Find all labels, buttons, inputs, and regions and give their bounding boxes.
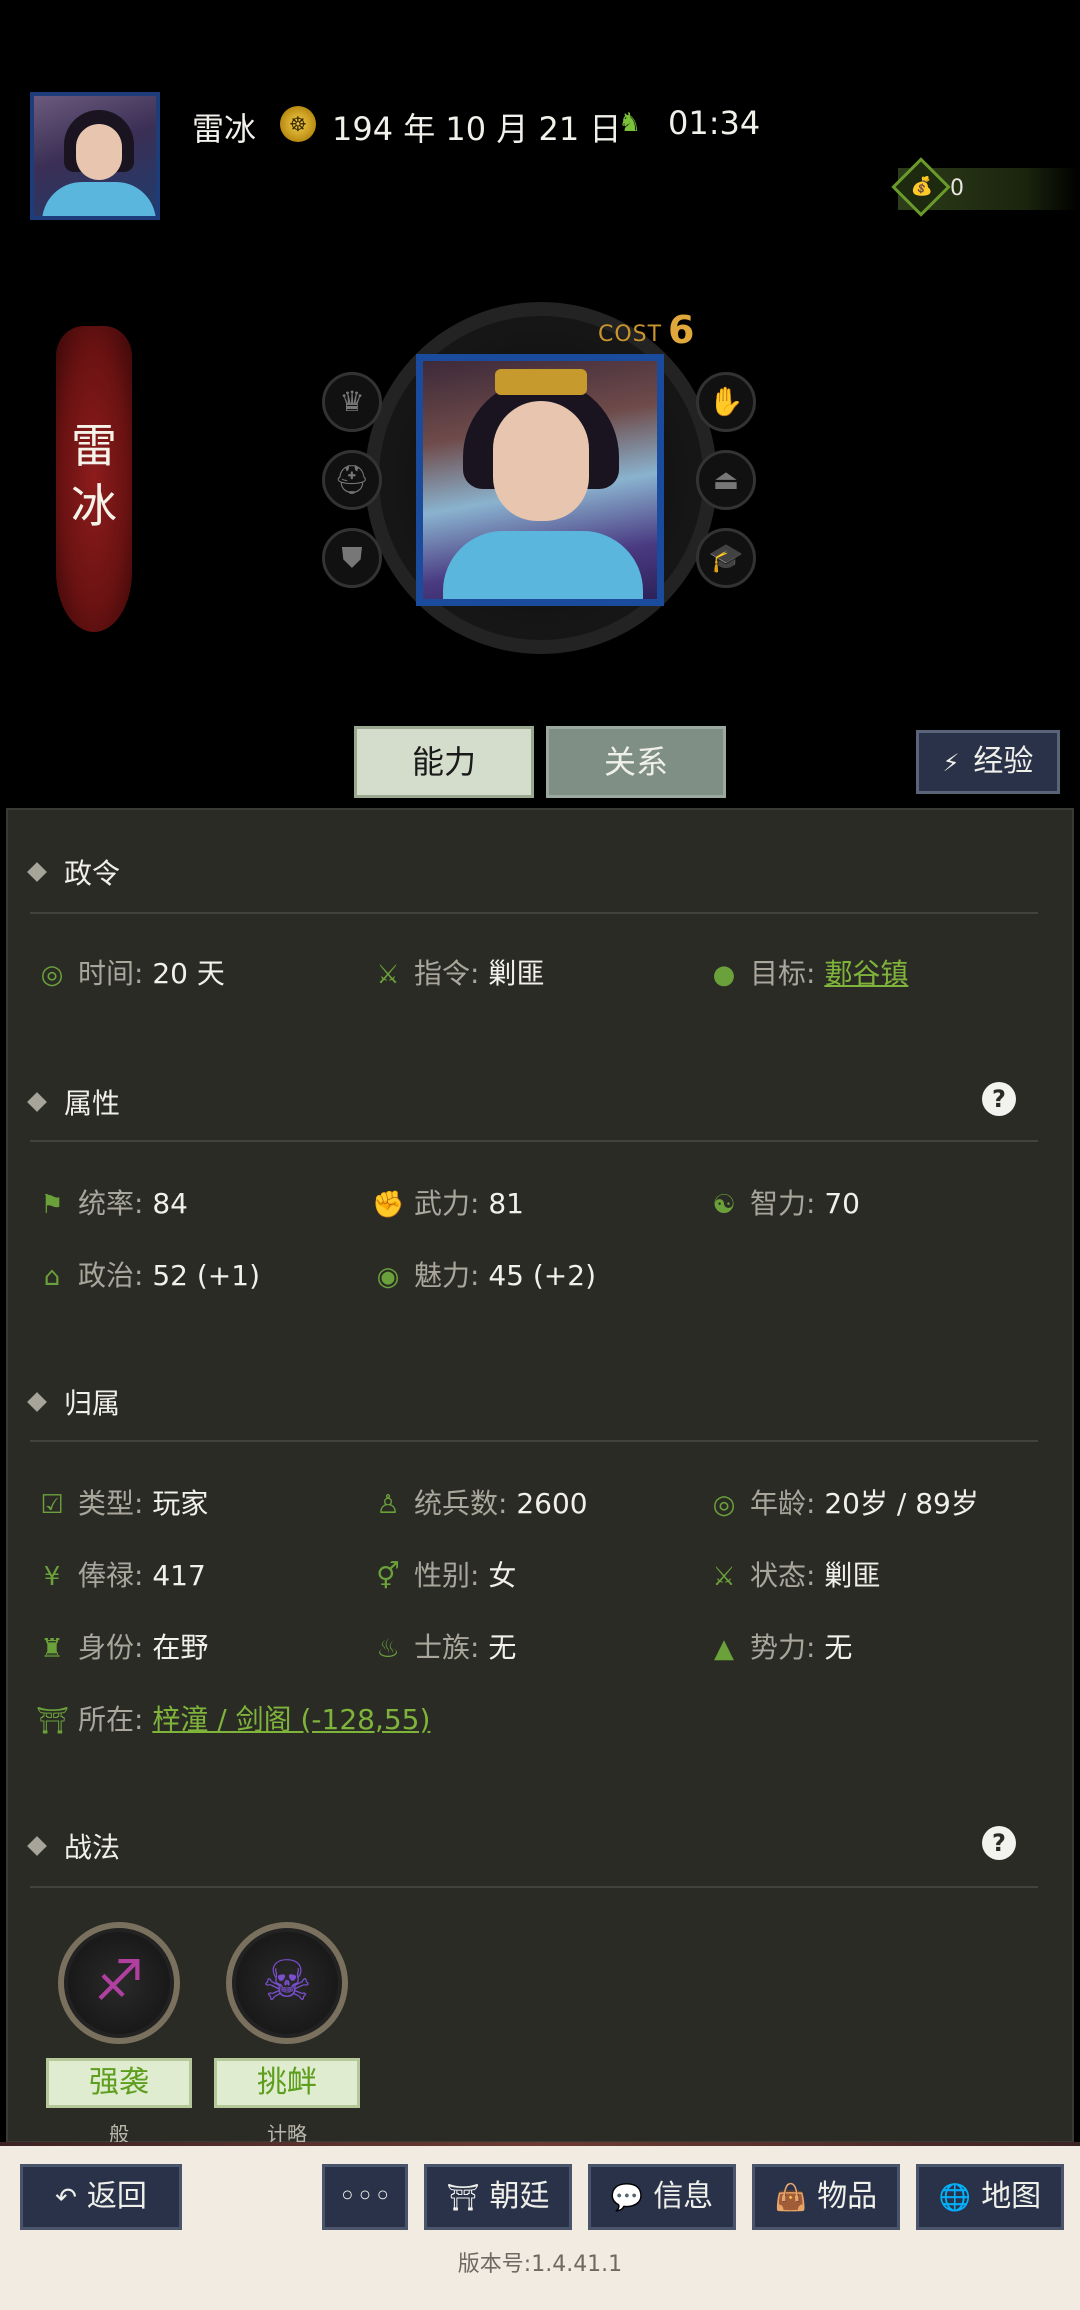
helmet-slot-icon[interactable]: ⛑ (322, 450, 382, 510)
location-link[interactable]: 梓潼 / 剑阁 (-128,55) (152, 1703, 430, 1736)
chess-piece-icon: ♜ (40, 1634, 64, 1664)
chat-bubble-icon: 💬 (610, 2183, 644, 2213)
map-button[interactable]: 🌐 地图 (916, 2164, 1064, 2230)
attributes-help-icon[interactable]: ? (982, 1082, 1016, 1116)
mount-slot-icon[interactable]: ⏏ (696, 450, 756, 510)
belong-gender: ⚥ 性别: 女 (372, 1554, 516, 1594)
gender-icon: ⚥ (376, 1562, 400, 1592)
mountain-icon: ▲ (714, 1634, 734, 1664)
calendar-icon: ☸ (280, 106, 316, 142)
fist-icon: ✊ (372, 1190, 405, 1220)
decree-order: ⚔ 指令: 剿匪 (372, 952, 544, 992)
section-tactics: 战法 (27, 1826, 120, 1866)
crossed-swords-icon: ⚔ (712, 1562, 736, 1592)
gate-icon: ⛩ (36, 1706, 70, 1736)
calendar-check-icon: ☑ (40, 1490, 64, 1520)
skill-name: 强袭 (46, 2058, 192, 2108)
armor-slot-icon[interactable]: ⛊ (322, 528, 382, 588)
game-date: 194 年 10 月 21 日 (332, 110, 622, 148)
more-button[interactable]: ◦◦◦ (322, 2164, 408, 2230)
back-button[interactable]: ↶ 返回 (20, 2164, 182, 2230)
belong-salary: ¥ 俸禄: 417 (36, 1554, 206, 1594)
attr-intelligence: ☯ 智力: 70 (708, 1182, 860, 1222)
tactics-help-icon[interactable]: ? (982, 1826, 1016, 1860)
clan-icon: ♨ (376, 1634, 400, 1664)
section-belonging: 归属 (27, 1382, 120, 1422)
scholar-cap-slot-icon[interactable]: 🎓 (696, 528, 756, 588)
attr-war: ✊ 武力: 81 (372, 1187, 524, 1220)
tab-relation[interactable]: 关系 (546, 726, 726, 798)
belong-troops: ♙ 统兵数: 2600 (372, 1482, 587, 1522)
person-icon: ♙ (376, 1490, 400, 1520)
horse-icon: ♞ (618, 108, 642, 138)
game-time: 01:34 (668, 104, 761, 142)
hero-portrait (416, 354, 664, 606)
belong-clan: ♨ 士族: 无 (372, 1626, 516, 1666)
location-pin-icon: ● (712, 960, 736, 990)
divider (30, 1140, 1038, 1142)
money-bag-icon: 💰 (910, 176, 934, 197)
belong-faction: ▲ 势力: 无 (708, 1626, 852, 1666)
bag-icon: 👜 (774, 2183, 808, 2213)
decree-time: ◎ 时间: 20 天 (36, 952, 225, 992)
brain-icon: ☯ (712, 1190, 736, 1220)
target-link[interactable]: 郪谷镇 (824, 957, 908, 990)
attr-charisma: ◉ 魅力: 45 (+2) (372, 1254, 596, 1294)
divider (30, 1886, 1038, 1888)
cost-value: 6 (668, 308, 695, 352)
hero-name-char-2: 冰 (71, 479, 117, 533)
belong-type: ☑ 类型: 玩家 (36, 1482, 208, 1522)
back-arrow-icon: ↶ (55, 2183, 77, 2213)
divider (30, 912, 1038, 914)
court-button[interactable]: ⛩ 朝廷 (424, 2164, 572, 2230)
belong-identity: ♜ 身份: 在野 (36, 1626, 208, 1666)
palace-icon: ⌂ (43, 1262, 61, 1292)
items-button[interactable]: 👜 物品 (752, 2164, 900, 2230)
belong-age: ◎ 年龄: 20岁 / 89岁 (708, 1482, 979, 1522)
player-avatar[interactable] (30, 92, 160, 220)
belong-location: ⛩ 所在: 梓潼 / 剑阁 (-128,55) (36, 1703, 431, 1736)
section-attributes: 属性 (27, 1082, 120, 1122)
charge-skill-icon: ♐ (58, 1922, 180, 2044)
skill-name: 挑衅 (214, 2058, 360, 2108)
info-panel[interactable] (6, 808, 1074, 2143)
version-label: 版本号:1.4.41.1 (457, 2252, 623, 2277)
eye-icon: ◉ (376, 1262, 400, 1292)
belong-status: ⚔ 状态: 剿匪 (708, 1554, 880, 1594)
globe-icon: 🌐 (938, 2183, 972, 2213)
hero-name-char-1: 雷 (71, 419, 117, 473)
experience-button[interactable]: ⚡ 经验 (916, 730, 1060, 794)
yen-coin-icon: ¥ (43, 1562, 61, 1592)
clock-icon: ◎ (40, 960, 64, 990)
divider (30, 1440, 1038, 1442)
decree-target: ● 目标: 郪谷镇 (708, 952, 909, 992)
tab-ability[interactable]: 能力 (354, 726, 534, 798)
hand-slot-icon[interactable]: ✋ (696, 372, 756, 432)
cost-label: COST (598, 322, 663, 347)
gold-value: 0 (950, 176, 964, 201)
experience-label: 经验 (973, 744, 1034, 779)
swords-icon: ⚔ (376, 960, 400, 990)
info-button[interactable]: 💬 信息 (588, 2164, 736, 2230)
lightning-icon: ⚡ (942, 749, 960, 777)
player-name: 雷冰 (192, 110, 257, 148)
attr-leadership: ⚑ 统率: 84 (36, 1182, 188, 1222)
crown-slot-icon[interactable]: ♛ (322, 372, 382, 432)
palace-icon: ⛩ (446, 2183, 480, 2213)
age-icon: ◎ (712, 1490, 736, 1520)
flag-icon: ⚑ (40, 1190, 64, 1220)
attr-politics: ⌂ 政治: 52 (+1) (36, 1254, 260, 1294)
provoke-skill-icon: ☠ (226, 1922, 348, 2044)
section-decree: 政令 (27, 852, 120, 892)
